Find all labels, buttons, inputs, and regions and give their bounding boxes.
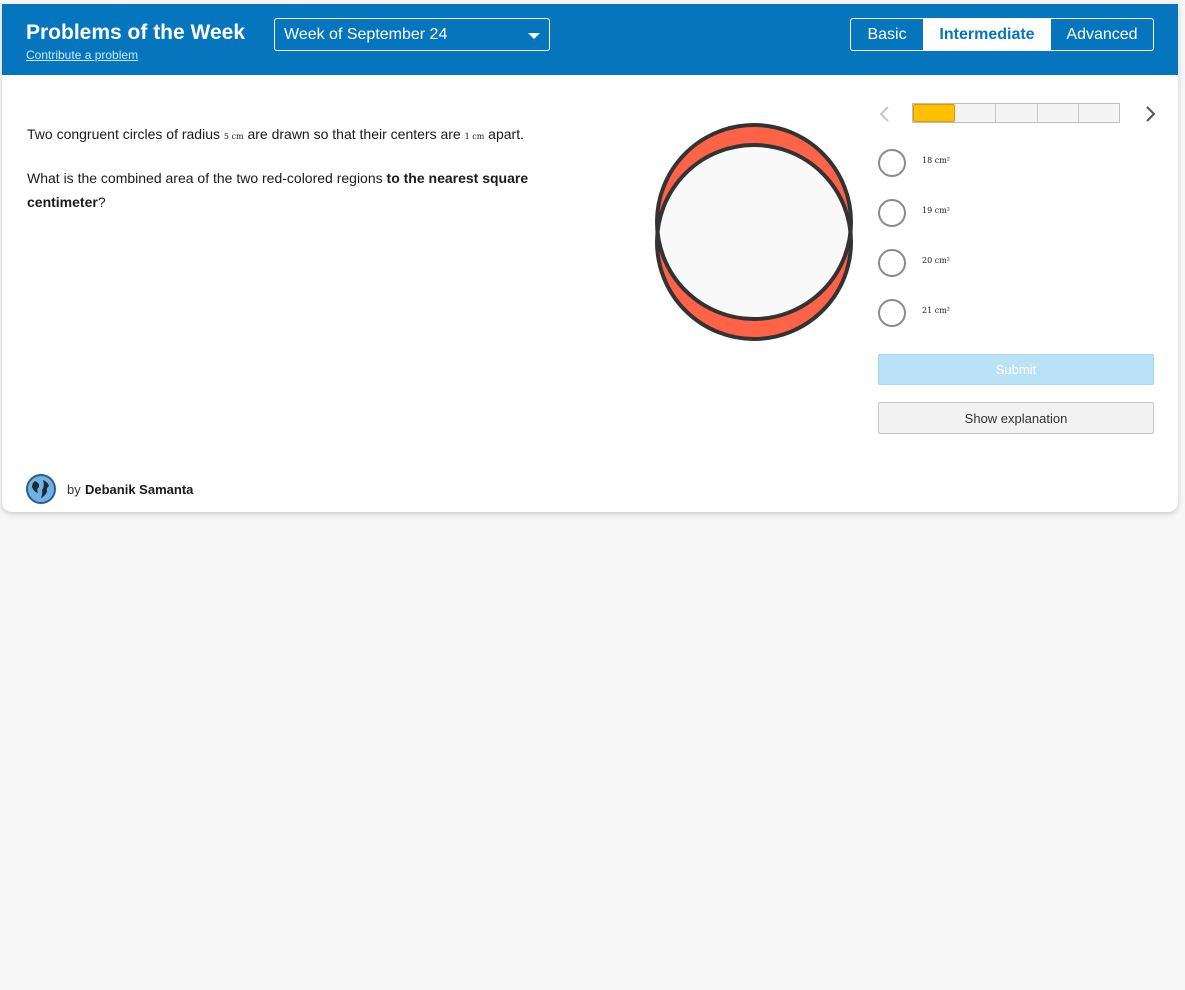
choice-label: 21 cm² xyxy=(922,306,950,315)
week-select[interactable]: Week of September 24 xyxy=(274,18,550,51)
radio-button[interactable] xyxy=(878,149,906,177)
choice-2[interactable]: 19 cm² xyxy=(878,198,1158,228)
author-name: Debanik Samanta xyxy=(85,482,194,497)
tab-basic[interactable]: Basic xyxy=(851,19,924,50)
problem-progress xyxy=(912,103,1120,123)
submit-button[interactable]: Submit xyxy=(878,354,1154,385)
question-text-part: What is the combined area of the two red… xyxy=(27,170,387,186)
question-text-part: ? xyxy=(97,194,106,210)
app-title: Problems of the Week xyxy=(26,21,246,44)
problem-question: What is the combined area of the two red… xyxy=(27,166,587,214)
show-explanation-button[interactable]: Show explanation xyxy=(878,402,1154,434)
level-tabs: Basic Intermediate Advanced xyxy=(850,18,1154,51)
progress-segment-1[interactable] xyxy=(913,104,956,122)
week-select-value: Week of September 24 xyxy=(284,26,448,43)
distance-value: 1 cm xyxy=(464,132,485,141)
chevron-right-icon[interactable] xyxy=(1140,104,1160,124)
header-bar: Problems of the Week Contribute a proble… xyxy=(2,4,1178,75)
tab-advanced[interactable]: Advanced xyxy=(1051,19,1153,50)
author-prefix: by xyxy=(67,482,81,497)
progress-segment-5[interactable] xyxy=(1079,104,1119,122)
choice-4[interactable]: 21 cm² xyxy=(878,298,1158,328)
radio-button[interactable] xyxy=(878,199,906,227)
chevron-down-icon xyxy=(528,33,540,39)
radio-button[interactable] xyxy=(878,249,906,277)
problem-text-part: apart. xyxy=(484,126,524,142)
choice-label: 19 cm² xyxy=(922,206,950,215)
progress-segment-3[interactable] xyxy=(996,104,1038,122)
progress-segment-2[interactable] xyxy=(955,104,997,122)
choice-3[interactable]: 20 cm² xyxy=(878,248,1158,278)
contribute-link[interactable]: Contribute a problem xyxy=(26,48,138,62)
radio-button[interactable] xyxy=(878,299,906,327)
problem-card: Problems of the Week Contribute a proble… xyxy=(2,4,1178,512)
tab-intermediate[interactable]: Intermediate xyxy=(924,19,1051,50)
choice-label: 18 cm² xyxy=(922,156,950,165)
globe-icon xyxy=(29,477,53,501)
two-circles-diagram xyxy=(655,123,853,341)
problem-text-part: are drawn so that their centers are xyxy=(243,126,465,142)
problem-line-1: Two congruent circles of radius 5 cm are… xyxy=(27,122,587,149)
problem-statement: Two congruent circles of radius 5 cm are… xyxy=(27,122,587,231)
choice-label: 20 cm² xyxy=(922,256,950,265)
chevron-left-icon[interactable] xyxy=(875,104,895,124)
progress-segment-4[interactable] xyxy=(1038,104,1079,122)
avatar xyxy=(26,474,56,504)
choice-1[interactable]: 18 cm² xyxy=(878,148,1158,178)
problem-text-part: Two congruent circles of radius xyxy=(27,126,224,142)
radius-value: 5 cm xyxy=(223,132,244,141)
